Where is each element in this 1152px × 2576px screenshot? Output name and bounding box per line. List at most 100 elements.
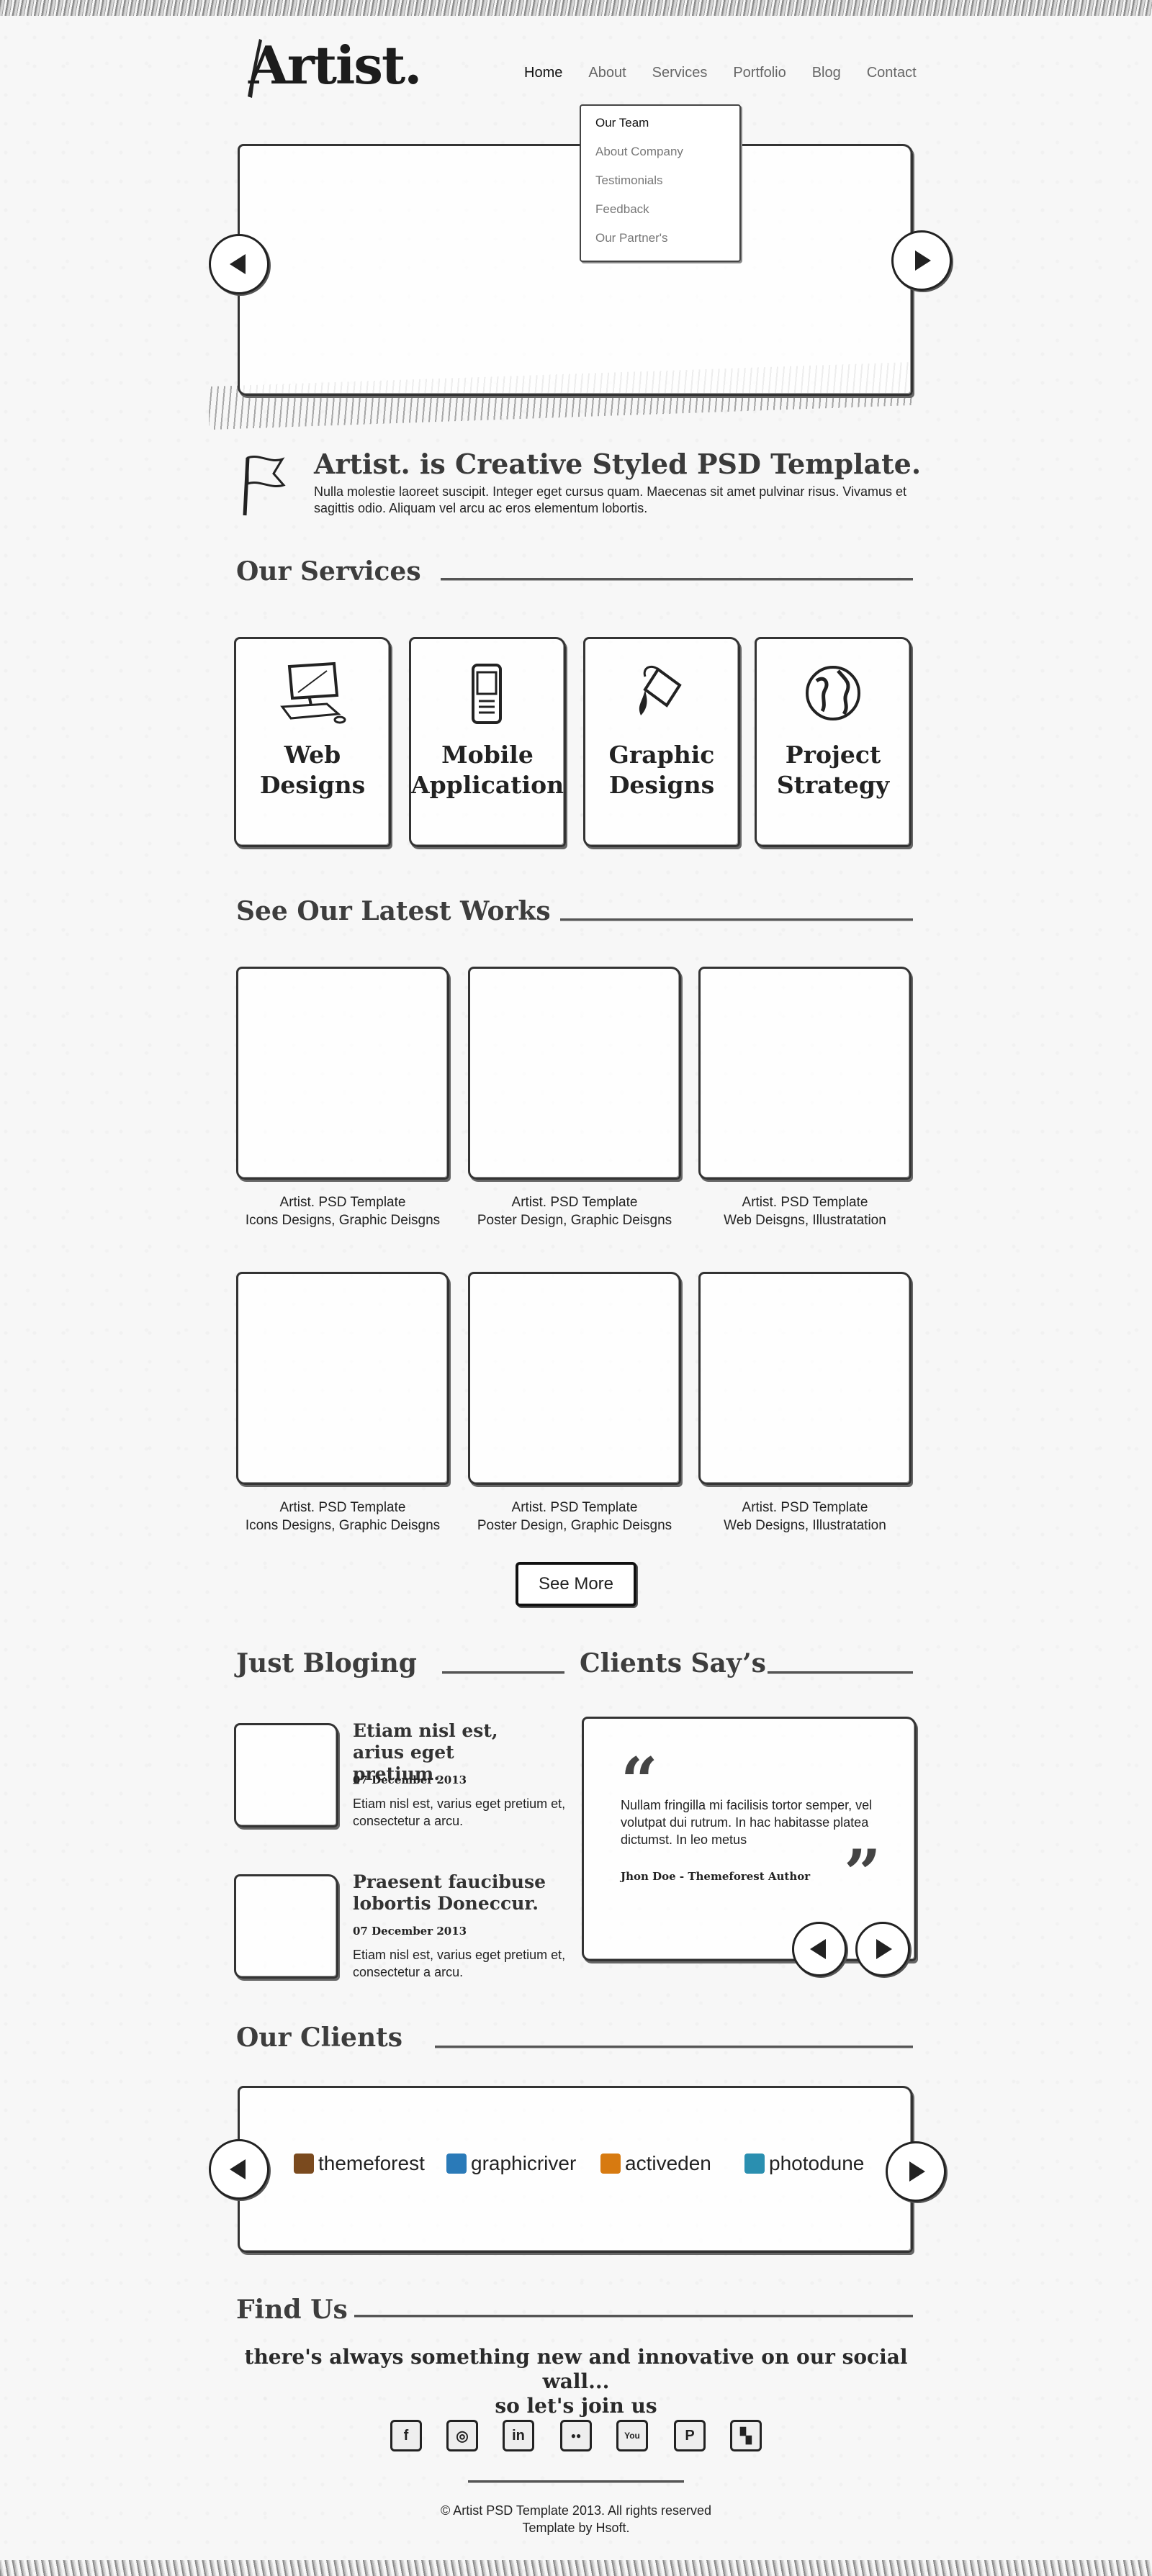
dropdown-item-our-partners[interactable]: Our Partner's <box>581 224 739 253</box>
find-us-line2: so let's join us <box>495 2394 657 2418</box>
work-caption: Artist. PSD Template Icons Designs, Graph… <box>228 1499 458 1535</box>
computer-icon <box>280 661 346 724</box>
find-us-title: Find Us <box>236 2295 348 2325</box>
clients-next-button[interactable] <box>886 2141 946 2202</box>
section-divider <box>442 1671 564 1674</box>
section-divider <box>560 918 913 921</box>
testimonial-prev-button[interactable] <box>792 1922 847 1976</box>
nav-contact[interactable]: Contact <box>854 65 930 81</box>
nav-about[interactable]: About <box>575 65 639 81</box>
find-us-tagline: there's always something new and innovat… <box>216 2345 936 2418</box>
blog-post-excerpt: Etiam nisl est, varius eget pretium et, … <box>353 1797 566 1828</box>
client-name: themeforest <box>318 2152 425 2174</box>
arrow-left-icon <box>810 1939 826 1959</box>
themeforest-icon <box>294 2154 314 2174</box>
arrow-left-icon <box>230 254 246 274</box>
work-title: Artist. PSD Template <box>742 1500 868 1515</box>
intro-title: Artist. is Creative Styled PSD Template. <box>314 448 922 480</box>
nav-services[interactable]: Services <box>639 65 721 81</box>
service-card-web-designs[interactable]: Web Designs <box>234 637 391 847</box>
site-logo[interactable]: Artist. <box>248 35 422 96</box>
dropdown-item-about-company[interactable]: About Company <box>581 137 739 166</box>
dropdown-item-feedback[interactable]: Feedback <box>581 195 739 224</box>
work-title: Artist. PSD Template <box>742 1195 868 1210</box>
section-divider <box>354 2315 913 2318</box>
linkedin-icon[interactable]: in <box>503 2420 534 2451</box>
blog-post-date: 07 December 2013 <box>353 1773 467 1786</box>
work-caption: Artist. PSD Template Icons Designs, Graph… <box>228 1193 458 1229</box>
footer: © Artist PSD Template 2013. All rights r… <box>360 2502 792 2536</box>
work-caption: Artist. PSD Template Web Deisgns, Illustr… <box>690 1193 920 1229</box>
client-logo-activeden[interactable]: activeden <box>600 2152 711 2175</box>
work-tags: Icons Designs, Graphic Deisgns <box>245 1518 441 1533</box>
graphicriver-icon <box>446 2154 467 2174</box>
intro-text: Nulla molestie laoreet suscipit. Integer… <box>314 484 907 515</box>
service-label-line1: Web <box>284 741 341 769</box>
nav-portfolio[interactable]: Portfolio <box>720 65 798 81</box>
work-tags: Icons Designs, Graphic Deisgns <box>245 1213 441 1228</box>
services-title: Our Services <box>236 556 421 587</box>
dropdown-item-our-team[interactable]: Our Team <box>581 109 739 137</box>
pinterest-icon[interactable]: P <box>674 2420 706 2451</box>
testimonial-next-button[interactable] <box>855 1922 910 1976</box>
mobile-phone-icon <box>472 664 502 724</box>
blog-post-date: 07 December 2013 <box>353 1925 467 1938</box>
youtube-icon[interactable]: You <box>616 2420 648 2451</box>
work-thumbnail[interactable] <box>468 1272 681 1485</box>
work-thumbnail[interactable] <box>468 967 681 1180</box>
client-name: graphicriver <box>471 2152 577 2174</box>
facebook-icon[interactable]: f <box>390 2420 422 2451</box>
copyright-text: © Artist PSD Template 2013. All rights r… <box>440 2503 712 2518</box>
work-tags: Poster Design, Graphic Deisgns <box>477 1213 672 1228</box>
dribbble-icon[interactable]: ◎ <box>446 2420 478 2451</box>
service-card-mobile-application[interactable]: Mobile Application <box>409 637 566 847</box>
client-name: activeden <box>625 2152 711 2174</box>
work-thumbnail[interactable] <box>698 1272 912 1485</box>
work-tags: Poster Design, Graphic Deisgns <box>477 1518 672 1533</box>
work-thumbnail[interactable] <box>236 967 449 1180</box>
slider-next-button[interactable] <box>891 230 952 291</box>
nav-home[interactable]: Home <box>511 65 575 81</box>
see-more-button[interactable]: See More <box>516 1562 636 1606</box>
service-label-line1: Project <box>785 741 881 769</box>
dropdown-item-testimonials[interactable]: Testimonials <box>581 166 739 195</box>
main-nav: Home About Services Portfolio Blog Conta… <box>511 65 930 81</box>
blog-post-title[interactable]: Praesent faucibuse lobortis Doneccur. <box>353 1871 547 1915</box>
work-thumbnail[interactable] <box>698 967 912 1180</box>
arrow-right-icon <box>915 250 931 271</box>
flickr-icon[interactable]: ●● <box>560 2420 592 2451</box>
service-card-project-strategy[interactable]: Project Strategy <box>755 637 912 847</box>
blog-thumbnail[interactable] <box>234 1723 338 1827</box>
clients-title: Our Clients <box>236 2023 403 2053</box>
service-label-line2: Strategy <box>776 771 890 799</box>
client-logo-photodune[interactable]: photodune <box>744 2152 864 2175</box>
latest-works-title: See Our Latest Works <box>236 896 551 926</box>
delicious-icon[interactable]: ▚ <box>730 2420 762 2451</box>
blog-title: Just Bloging <box>236 1648 417 1678</box>
client-logo-graphicriver[interactable]: graphicriver <box>446 2152 576 2175</box>
slider-prev-button[interactable] <box>209 234 269 294</box>
paint-bucket-icon <box>639 665 682 715</box>
close-quote-icon: ” <box>844 1835 881 1912</box>
section-divider <box>768 1671 913 1674</box>
testimonial-author: Jhon Doe - Themeforest Author <box>621 1870 811 1883</box>
blog-thumbnail[interactable] <box>234 1874 338 1979</box>
blog-post-excerpt: Etiam nisl est, varius eget pretium et, … <box>353 1948 566 1979</box>
work-thumbnail[interactable] <box>236 1272 449 1485</box>
activeden-icon <box>600 2154 621 2174</box>
work-caption: Artist. PSD Template Poster Design, Graph… <box>459 1499 690 1535</box>
client-logo-themeforest[interactable]: themeforest <box>294 2152 425 2175</box>
nav-blog[interactable]: Blog <box>799 65 854 81</box>
work-tags: Web Designs, Illustratation <box>724 1518 886 1533</box>
section-divider <box>435 2046 913 2048</box>
arrow-right-icon <box>909 2161 925 2182</box>
globe-icon <box>806 666 860 720</box>
work-caption: Artist. PSD Template Poster Design, Graph… <box>459 1193 690 1229</box>
service-card-graphic-designs[interactable]: Graphic Designs <box>583 637 740 847</box>
work-caption: Artist. PSD Template Web Designs, Illustr… <box>690 1499 920 1535</box>
clients-prev-button[interactable] <box>209 2139 269 2200</box>
service-label-line2: Application <box>411 771 564 799</box>
work-title: Artist. PSD Template <box>279 1500 406 1515</box>
flag-icon <box>243 456 286 516</box>
service-label-line2: Designs <box>608 771 715 799</box>
